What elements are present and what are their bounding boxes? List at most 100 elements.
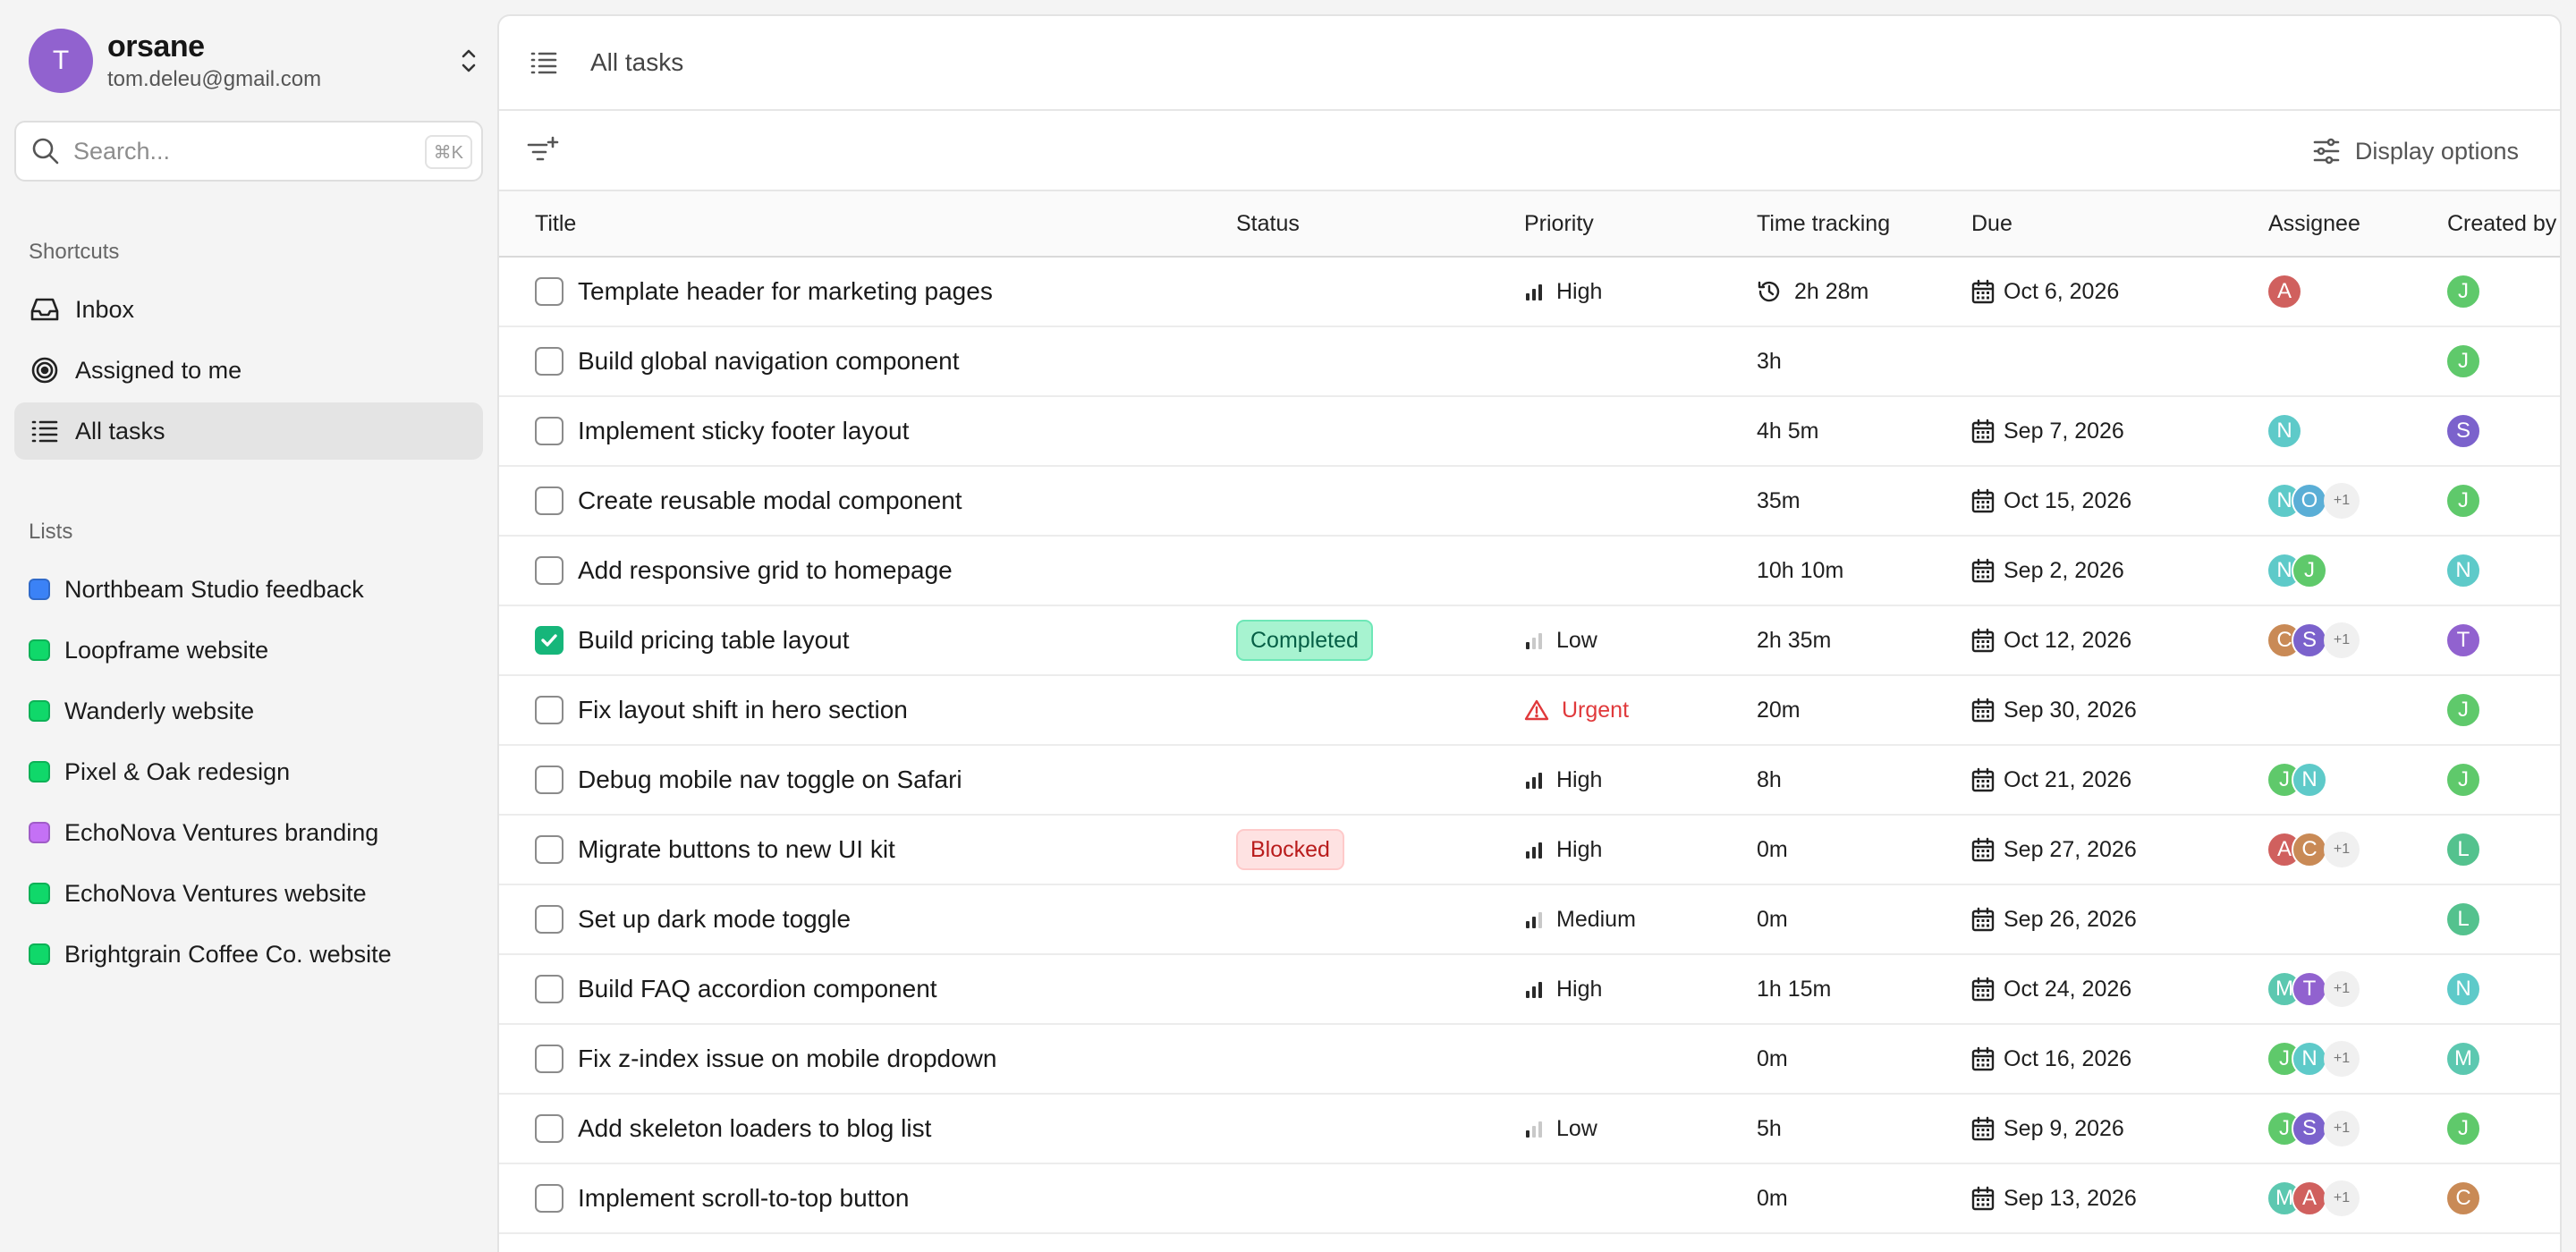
task-checkbox[interactable]: [535, 696, 564, 724]
assignee-cell[interactable]: A C +1: [2267, 816, 2360, 884]
task-title[interactable]: Build FAQ accordion component: [578, 955, 937, 1023]
task-checkbox[interactable]: [535, 1184, 564, 1213]
task-title[interactable]: Build global navigation component: [578, 327, 960, 395]
assignee-avatar[interactable]: C: [2292, 832, 2327, 867]
task-title[interactable]: Add skeleton loaders to blog list: [578, 1095, 931, 1163]
workspace-switcher[interactable]: T orsane tom.deleu@gmail.com: [29, 27, 485, 95]
search-input[interactable]: [73, 137, 395, 165]
more-assignees-count[interactable]: +1: [2324, 1111, 2360, 1146]
task-checkbox[interactable]: [535, 835, 564, 864]
table-row[interactable]: Create reusable modal component 35m Oct 15…: [499, 467, 2560, 537]
assignee-avatar[interactable]: J: [2292, 553, 2327, 588]
time-tracking-cell[interactable]: 20m: [1757, 676, 1801, 744]
list-item[interactable]: Northbeam Studio feedback: [29, 567, 364, 612]
creator-avatar[interactable]: N: [2445, 971, 2481, 1007]
column-header-time-tracking[interactable]: Time tracking: [1757, 191, 1890, 256]
task-checkbox[interactable]: [535, 417, 564, 445]
list-item[interactable]: Loopframe website: [29, 628, 268, 673]
table-row[interactable]: Set up dark mode toggle Medium 0m Sep 26, 2…: [499, 885, 2560, 955]
column-header-created-by[interactable]: Created by: [2447, 191, 2556, 256]
assignee-avatar[interactable]: A: [2292, 1180, 2327, 1216]
table-row[interactable]: Template header for marketing pages High 2…: [499, 258, 2560, 327]
assignee-avatar[interactable]: T: [2292, 971, 2327, 1007]
time-tracking-cell[interactable]: 2h 28m: [1757, 258, 1868, 326]
due-date-cell[interactable]: Sep 2, 2026: [1971, 537, 2124, 605]
task-title[interactable]: Fix layout shift in hero section: [578, 676, 908, 744]
creator-avatar[interactable]: L: [2445, 901, 2481, 937]
due-date-cell[interactable]: Oct 21, 2026: [1971, 746, 2131, 814]
task-checkbox[interactable]: [535, 975, 564, 1003]
creator-avatar[interactable]: N: [2445, 553, 2481, 588]
column-header-due[interactable]: Due: [1971, 191, 2012, 256]
assignee-avatar[interactable]: O: [2292, 483, 2327, 519]
list-item[interactable]: Pixel & Oak redesign: [29, 749, 290, 794]
creator-avatar[interactable]: J: [2445, 343, 2481, 379]
assignee-cell[interactable]: C S +1: [2267, 606, 2360, 674]
assignee-cell[interactable]: M T +1: [2267, 955, 2360, 1023]
table-row[interactable]: Build global navigation component 3h J: [499, 327, 2560, 397]
priority-cell[interactable]: Urgent: [1524, 676, 1629, 744]
assignee-cell[interactable]: N O +1: [2267, 467, 2360, 535]
column-header-status[interactable]: Status: [1236, 191, 1300, 256]
time-tracking-cell[interactable]: 8h: [1757, 746, 1782, 814]
time-tracking-cell[interactable]: 0m: [1757, 816, 1788, 884]
table-row[interactable]: Build pricing table layout Completed Low 2h…: [499, 606, 2560, 676]
assignee-avatar[interactable]: N: [2292, 762, 2327, 798]
assignee-cell[interactable]: J S +1: [2267, 1095, 2360, 1163]
list-item[interactable]: EchoNova Ventures website: [29, 871, 367, 916]
task-checkbox[interactable]: [535, 1114, 564, 1143]
time-tracking-cell[interactable]: 0m: [1757, 885, 1788, 953]
due-date-cell[interactable]: Oct 6, 2026: [1971, 258, 2119, 326]
task-title[interactable]: Implement sticky footer layout: [578, 397, 909, 465]
task-checkbox[interactable]: [535, 556, 564, 585]
task-title[interactable]: Set up dark mode toggle: [578, 885, 851, 953]
assignee-avatar[interactable]: A: [2267, 274, 2302, 309]
table-row[interactable]: Debug mobile nav toggle on Safari High 8h O…: [499, 746, 2560, 816]
assignee-cell[interactable]: JN: [2267, 746, 2327, 814]
more-assignees-count[interactable]: +1: [2324, 971, 2360, 1007]
table-row[interactable]: Migrate buttons to new UI kit Blocked High…: [499, 816, 2560, 885]
due-date-cell[interactable]: Sep 13, 2026: [1971, 1164, 2137, 1232]
priority-cell[interactable]: High: [1524, 955, 1602, 1023]
task-checkbox[interactable]: [535, 626, 564, 655]
assignee-cell[interactable]: J N +1: [2267, 1025, 2360, 1093]
creator-avatar[interactable]: J: [2445, 483, 2481, 519]
time-tracking-cell[interactable]: 1h 15m: [1757, 955, 1831, 1023]
priority-cell[interactable]: High: [1524, 816, 1602, 884]
more-assignees-count[interactable]: +1: [2324, 622, 2360, 658]
due-date-cell[interactable]: Oct 12, 2026: [1971, 606, 2131, 674]
list-icon[interactable]: [528, 47, 560, 79]
time-tracking-cell[interactable]: 5h: [1757, 1095, 1782, 1163]
table-row[interactable]: Build FAQ accordion component High 1h 15m O…: [499, 955, 2560, 1025]
table-row[interactable]: Fix z-index issue on mobile dropdown 0m Oc…: [499, 1025, 2560, 1095]
task-title[interactable]: Create reusable modal component: [578, 467, 962, 535]
column-header-priority[interactable]: Priority: [1524, 191, 1594, 256]
task-title[interactable]: Debug mobile nav toggle on Safari: [578, 746, 962, 814]
table-row[interactable]: Add responsive grid to homepage 10h 10m Se…: [499, 537, 2560, 606]
creator-avatar[interactable]: L: [2445, 832, 2481, 867]
assignee-cell[interactable]: NJ: [2267, 537, 2327, 605]
due-date-cell[interactable]: Sep 9, 2026: [1971, 1095, 2124, 1163]
priority-cell[interactable]: Low: [1524, 606, 1597, 674]
time-tracking-cell[interactable]: 10h 10m: [1757, 537, 1843, 605]
task-checkbox[interactable]: [535, 277, 564, 306]
priority-cell[interactable]: High: [1524, 746, 1602, 814]
task-title[interactable]: Implement scroll-to-top button: [578, 1164, 909, 1232]
table-row[interactable]: Add skeleton loaders to blog list Low 5h Se…: [499, 1095, 2560, 1164]
task-title[interactable]: Migrate buttons to new UI kit: [578, 816, 895, 884]
search-box[interactable]: ⌘K: [14, 121, 483, 182]
priority-cell[interactable]: Low: [1524, 1095, 1597, 1163]
task-title[interactable]: Add responsive grid to homepage: [578, 537, 953, 605]
assignee-avatar[interactable]: S: [2292, 622, 2327, 658]
time-tracking-cell[interactable]: 0m: [1757, 1164, 1788, 1232]
creator-avatar[interactable]: J: [2445, 274, 2481, 309]
more-assignees-count[interactable]: +1: [2324, 1041, 2360, 1077]
status-badge[interactable]: Completed: [1236, 620, 1373, 661]
assignee-avatar[interactable]: N: [2292, 1041, 2327, 1077]
nav-item-inbox[interactable]: Inbox: [14, 281, 483, 338]
due-date-cell[interactable]: Sep 26, 2026: [1971, 885, 2137, 953]
more-assignees-count[interactable]: +1: [2324, 483, 2360, 519]
list-item[interactable]: Brightgrain Coffee Co. website: [29, 932, 392, 977]
task-checkbox[interactable]: [535, 486, 564, 515]
more-assignees-count[interactable]: +1: [2324, 832, 2360, 867]
